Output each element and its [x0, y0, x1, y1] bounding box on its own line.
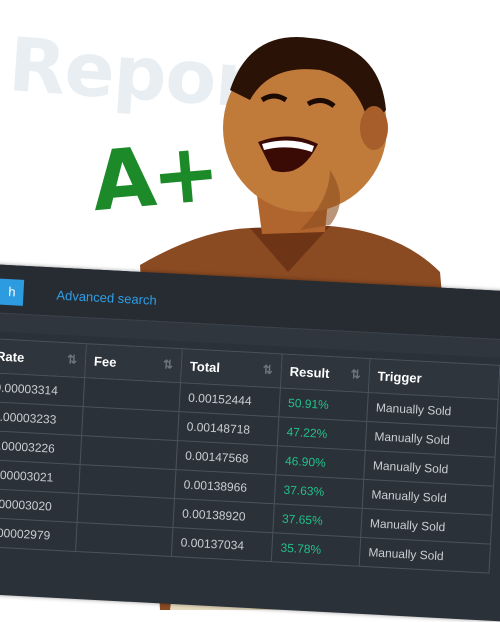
rate-cell: 0.00003226 — [0, 429, 82, 465]
trades-table: Rate ⇅ Fee ⇅ Total ⇅ Result ⇅ Trigger 0.… — [0, 337, 500, 574]
trade-history-panel: h Advanced search Rate ⇅ Fee ⇅ Total ⇅ R… — [0, 263, 500, 622]
column-header-rate[interactable]: Rate ⇅ — [0, 337, 87, 378]
sort-icon[interactable]: ⇅ — [262, 362, 273, 377]
column-header-label: Total — [189, 358, 221, 376]
rate-cell: 0.00003233 — [0, 400, 84, 436]
column-header-trigger[interactable]: Trigger — [368, 358, 500, 400]
column-header-label: Fee — [93, 353, 117, 370]
column-header-label: Trigger — [377, 368, 423, 386]
sort-icon[interactable]: ⇅ — [350, 367, 361, 382]
column-header-label: Result — [289, 363, 330, 381]
rate-cell: 0.00002979 — [0, 516, 78, 552]
advanced-search-link[interactable]: Advanced search — [56, 288, 157, 308]
column-header-label: Rate — [0, 348, 25, 365]
sort-icon[interactable]: ⇅ — [67, 352, 78, 367]
grade-text: A+ — [88, 124, 221, 231]
column-header-fee[interactable]: Fee ⇅ — [84, 343, 183, 383]
rate-cell: 0.00003020 — [0, 487, 79, 523]
total-cell: 0.00137034 — [171, 527, 273, 562]
fee-cell — [75, 522, 173, 557]
result-cell: 37.65% — [272, 503, 363, 538]
rate-cell: 0.00003021 — [0, 458, 81, 494]
sort-icon[interactable]: ⇅ — [163, 357, 174, 372]
column-header-total[interactable]: Total ⇅ — [180, 348, 283, 388]
result-cell: 46.90% — [275, 445, 366, 480]
result-cell: 47.22% — [277, 416, 367, 451]
result-cell: 35.78% — [271, 532, 361, 567]
search-button[interactable]: h — [0, 276, 25, 306]
result-cell: 37.63% — [274, 474, 364, 509]
result-cell: 50.91% — [278, 387, 369, 422]
trigger-cell: Manually Sold — [359, 537, 491, 574]
column-header-result[interactable]: Result ⇅ — [280, 353, 371, 393]
